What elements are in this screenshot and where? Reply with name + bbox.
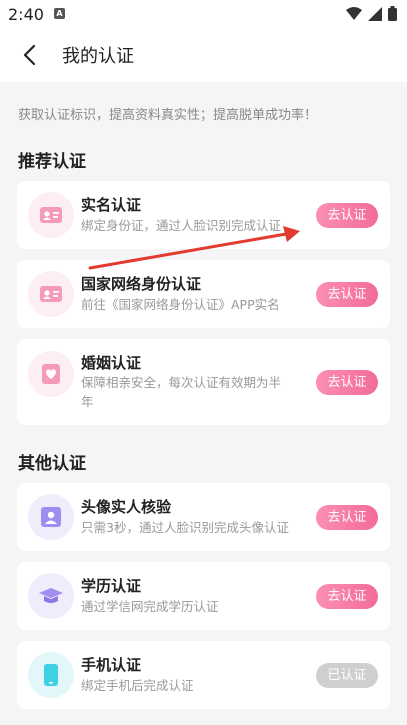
notification-icon: A: [54, 8, 65, 19]
intro-text: 获取认证标识，提高资料真实性；提高脱单成功率！: [18, 108, 318, 123]
card-desc: 绑定身份证，通过人脸识别完成认证: [81, 218, 282, 233]
verify-button[interactable]: 去认证: [316, 584, 378, 609]
battery-icon: [388, 6, 397, 21]
card-avatar-verify[interactable]: 头像实人核验 只需3秒，通过人脸识别完成头像认证 去认证: [17, 483, 390, 551]
verify-button[interactable]: 去认证: [316, 370, 378, 395]
card-name: 手机认证: [81, 656, 142, 674]
card-real-name[interactable]: 实名认证 绑定身份证，通过人脸识别完成认证 去认证: [17, 181, 390, 249]
card-desc: 保障相亲安全，每次认证有效期为半 年: [81, 373, 281, 411]
card-desc-line: 年: [81, 394, 94, 409]
card-marriage[interactable]: 婚姻认证 保障相亲安全，每次认证有效期为半 年 去认证: [17, 339, 390, 425]
portrait-icon: [28, 494, 74, 540]
card-national-id[interactable]: 国家网络身份认证 前往《国家网络身份认证》APP实名 去认证: [17, 260, 390, 328]
card-name: 国家网络身份认证: [81, 275, 202, 293]
id-card-icon: [28, 192, 74, 238]
section-title-other: 其他认证: [18, 454, 86, 474]
card-name: 学历认证: [81, 577, 142, 595]
card-desc: 绑定手机后完成认证: [81, 678, 194, 693]
card-education[interactable]: 学历认证 通过学信网完成学历认证 去认证: [17, 562, 390, 630]
card-name: 婚姻认证: [81, 354, 142, 372]
card-desc-line: 保障相亲安全，每次认证有效期为半: [81, 375, 282, 390]
id-card-icon: [28, 271, 74, 317]
verified-badge: 已认证: [316, 663, 378, 688]
status-bar: 2:40 A: [0, 0, 407, 28]
phone-icon: [28, 652, 74, 698]
nav-bar: 我的认证: [0, 28, 407, 82]
card-desc: 前往《国家网络身份认证》APP实名: [81, 297, 280, 312]
back-button[interactable]: [14, 40, 44, 70]
graduation-cap-icon: [28, 573, 74, 619]
verify-button[interactable]: 去认证: [316, 505, 378, 530]
card-desc: 通过学信网完成学历认证: [81, 599, 219, 614]
marriage-certificate-icon: [28, 351, 74, 397]
card-name: 头像实人核验: [81, 498, 172, 516]
card-desc: 只需3秒，通过人脸识别完成头像认证: [81, 520, 289, 535]
chevron-left-icon: [23, 44, 36, 66]
system-icons: [346, 6, 397, 21]
card-name: 实名认证: [81, 196, 142, 214]
verify-button[interactable]: 去认证: [316, 203, 378, 228]
signal-icon: [368, 6, 382, 21]
wifi-icon: [346, 6, 362, 20]
section-title-recommended: 推荐认证: [18, 152, 86, 172]
page-title: 我的认证: [62, 46, 134, 67]
card-phone[interactable]: 手机认证 绑定手机后完成认证 已认证: [17, 641, 390, 709]
verify-button[interactable]: 去认证: [316, 282, 378, 307]
status-time: 2:40: [8, 5, 44, 24]
